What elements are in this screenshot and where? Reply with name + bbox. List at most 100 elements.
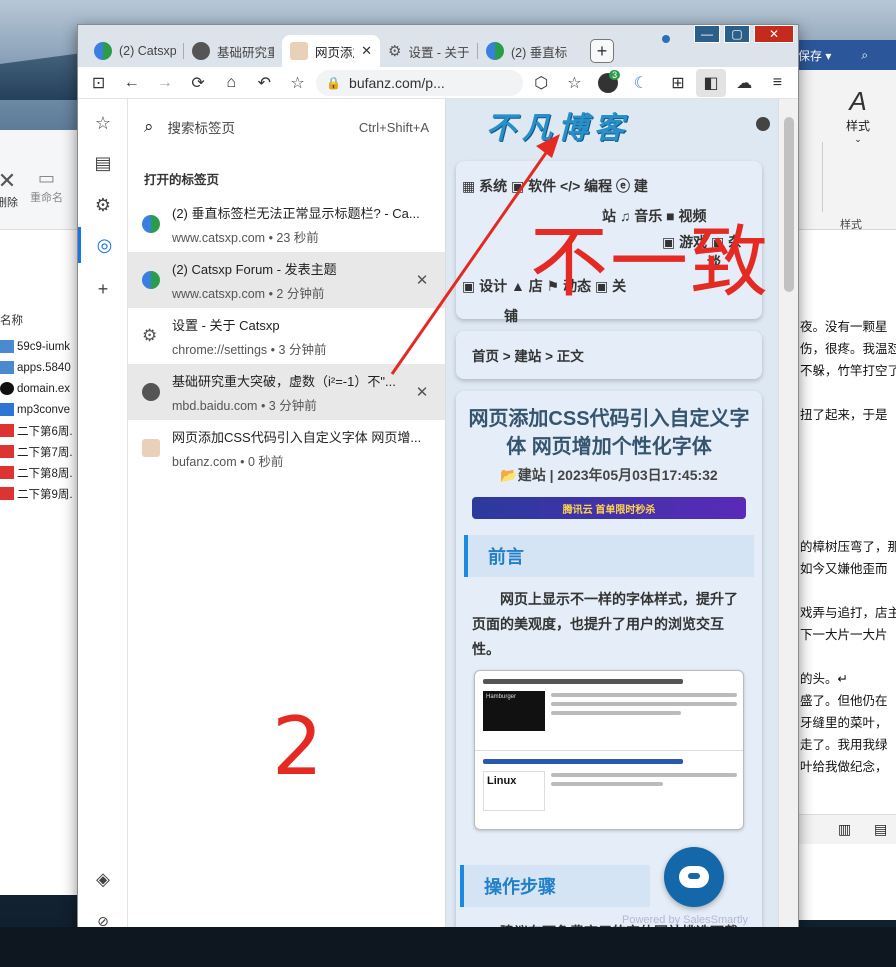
annotation-mismatch-text: 不一致 (530, 218, 771, 308)
layers-icon[interactable]: ◈ (78, 861, 128, 897)
tab-settings[interactable]: ⚙ 设置 - 关于 (380, 35, 478, 67)
chat-button[interactable] (664, 847, 724, 907)
open-tab-item[interactable]: 基础研究重大突破，虚数（i²=-1）不"... mbd.baidu.com • … (128, 364, 445, 420)
lock-icon: 🔒 (326, 75, 342, 90)
file-row[interactable]: 二下第8周. (0, 462, 79, 483)
open-tab-title: 网页添加CSS代码引入自定义字体 网页增... (172, 429, 422, 445)
back-icon[interactable]: ← (117, 69, 146, 97)
tab-search-icon[interactable]: ◎ (78, 227, 128, 263)
close-icon[interactable]: ✕ (413, 271, 431, 289)
apps-grid-icon[interactable]: ⊞ (663, 69, 692, 97)
search-placeholder: 搜索标签页 (167, 121, 236, 136)
read-mode-icon[interactable]: ▥ (838, 821, 851, 838)
profile-dot-icon[interactable] (662, 35, 670, 43)
tab-title: 设置 - 关于 (408, 45, 470, 60)
chat-bubble-icon (679, 866, 709, 888)
doc-line: 的樟树压弯了，那 (800, 540, 896, 554)
styles-button[interactable]: A 样式 ⌄ (846, 86, 870, 145)
favorite-star-icon[interactable]: ☆ (560, 69, 589, 97)
settings-gear-icon[interactable]: ⚙ (78, 187, 128, 223)
breadcrumb[interactable]: 首页 > 建站 > 正文 (456, 331, 762, 379)
doc-line: 的头。↵ (800, 672, 848, 686)
page-scrollbar[interactable] (778, 99, 798, 945)
delete-button[interactable]: ✕ 删除 (0, 168, 18, 210)
reading-list-icon[interactable]: ▤ (78, 145, 128, 181)
save-status[interactable]: 保存 ▾ (798, 47, 831, 64)
print-layout-icon[interactable]: ▤ (874, 821, 887, 838)
tab-search-box[interactable]: ⌕ 搜索标签页 Ctrl+Shift+A (128, 99, 445, 155)
search-icon[interactable]: ⌕ (861, 48, 868, 63)
image-file-icon (0, 340, 14, 353)
open-tab-time: 23 秒前 (276, 230, 319, 245)
file-name: 二下第6周. (17, 425, 73, 438)
file-rows: 59c9-iumk apps.5840 domain.ex mp3conve 二… (0, 336, 79, 504)
tab-title: 网页添加 (315, 45, 354, 60)
ad-banner[interactable]: 腾讯云 首单限时秒杀 (472, 497, 746, 519)
home-icon[interactable]: ⌂ (217, 69, 246, 97)
word-statusbar: ▥ ▤ (790, 814, 896, 844)
reload-icon[interactable]: ⟳ (183, 69, 212, 97)
open-tab-item[interactable]: 网页添加CSS代码引入自定义字体 网页增... bufanz.com • 0 秒… (128, 420, 445, 476)
word-titlebar: 保存 ▾ ⌕ (790, 40, 896, 70)
rename-label: 重命名 (30, 192, 63, 204)
cloud-upload-icon[interactable]: ☁ (730, 69, 759, 97)
address-bar[interactable]: 🔒 bufanz.com/p... (316, 69, 523, 96)
open-tab-meta: www.catsxp.com • 2 分钟前 (172, 286, 325, 301)
file-row[interactable]: 二下第6周. (0, 420, 79, 441)
tab-catsxp[interactable]: (2) Catsxp (86, 35, 184, 67)
minimize-button[interactable]: — (694, 25, 720, 43)
favorites-star-icon[interactable]: ☆ (78, 105, 128, 141)
post-thumbnail: Hamburger (483, 691, 545, 731)
file-name: apps.5840 (17, 361, 71, 374)
add-panel-icon[interactable]: + (78, 271, 128, 307)
close-icon[interactable]: ✕ (361, 43, 372, 59)
doc-line: 如今又嫌他歪而 (800, 562, 888, 576)
tab-bufanz-active[interactable]: 网页添加 ✕ (282, 35, 380, 67)
file-row[interactable]: mp3conve (0, 399, 79, 420)
pdf-file-icon (0, 424, 14, 437)
new-tab-button[interactable]: + (590, 39, 614, 63)
undo-close-tab-icon[interactable]: ↶ (250, 69, 279, 97)
shield-icon[interactable]: ⬡ (527, 69, 556, 97)
scrollbar-thumb[interactable] (784, 117, 794, 292)
related-posts-image[interactable]: Hamburger Linux (474, 670, 744, 830)
name-column-header[interactable]: 名称 (0, 312, 23, 328)
file-row[interactable]: domain.ex (0, 378, 79, 399)
file-row[interactable]: 二下第7周. (0, 441, 79, 462)
bookmark-star-icon[interactable]: ☆ (283, 69, 312, 97)
site-logo[interactable]: 不凡博客 (486, 103, 630, 147)
moon-icon[interactable]: ☾ (626, 69, 655, 97)
maximize-button[interactable]: ▢ (724, 25, 750, 43)
open-tab-meta: chrome://settings • 3 分钟前 (172, 342, 327, 357)
open-tab-item[interactable]: (2) Catsxp Forum - 发表主题 www.catsxp.com •… (128, 252, 445, 308)
rename-button[interactable]: ▭ 重命名 (30, 168, 63, 205)
doc-line (800, 580, 896, 602)
avatar-icon (290, 42, 308, 60)
sidebar-toggle-icon[interactable]: ⊡ (84, 69, 113, 97)
nav-row[interactable]: ▦ 系统 ▣ 软件 </> 编程 ⓔ 建 (462, 171, 756, 201)
open-tabs-heading: 打开的标签页 (144, 173, 220, 187)
forward-icon[interactable]: → (150, 69, 179, 97)
avatar-icon (142, 439, 160, 457)
extension-icon[interactable]: 3 (593, 69, 622, 97)
pdf-file-icon (0, 445, 14, 458)
doc-line: 夜。没有一颗星 (800, 320, 888, 334)
user-icon[interactable] (756, 117, 770, 131)
tab-vertical-tabs[interactable]: (2) 垂直标 (478, 35, 576, 67)
intro-paragraph: 网页上显示不一样的字体样式，提升了页面的美观度，也提升了用户的浏览交互性。 (472, 591, 738, 657)
open-tab-url: mbd.baidu.com (172, 398, 258, 413)
close-icon[interactable]: ✕ (413, 383, 431, 401)
tab-baidu-article[interactable]: 基础研究重 (184, 35, 282, 67)
side-panel-icon[interactable]: ◧ (696, 68, 726, 97)
open-tab-item[interactable]: (2) 垂直标签栏无法正常显示标题栏? - Ca... www.catsxp.c… (128, 196, 445, 252)
menu-icon[interactable]: ≡ (763, 69, 792, 97)
document-text[interactable]: 夜。没有一颗星 伤，很疼。我温怼 不躲，竹竿打空了 扭了起来，于是 的樟树压弯了… (800, 316, 896, 778)
close-window-button[interactable]: ✕ (754, 25, 794, 43)
file-row[interactable]: 59c9-iumk (0, 336, 79, 357)
open-tab-item[interactable]: ⚙ 设置 - 关于 Catsxp chrome://settings • 3 分… (128, 308, 445, 364)
tab-title: (2) Catsxp (119, 44, 176, 58)
vertical-sidebar: ☆ ▤ ⚙ ◎ + ◈ ⊘ (78, 99, 128, 945)
file-row[interactable]: 二下第9周. (0, 483, 79, 504)
file-row[interactable]: apps.5840 (0, 357, 79, 378)
tab-strip: (2) Catsxp 基础研究重 网页添加 ✕ ⚙ 设置 - 关于 (2) 垂直… (78, 25, 798, 67)
